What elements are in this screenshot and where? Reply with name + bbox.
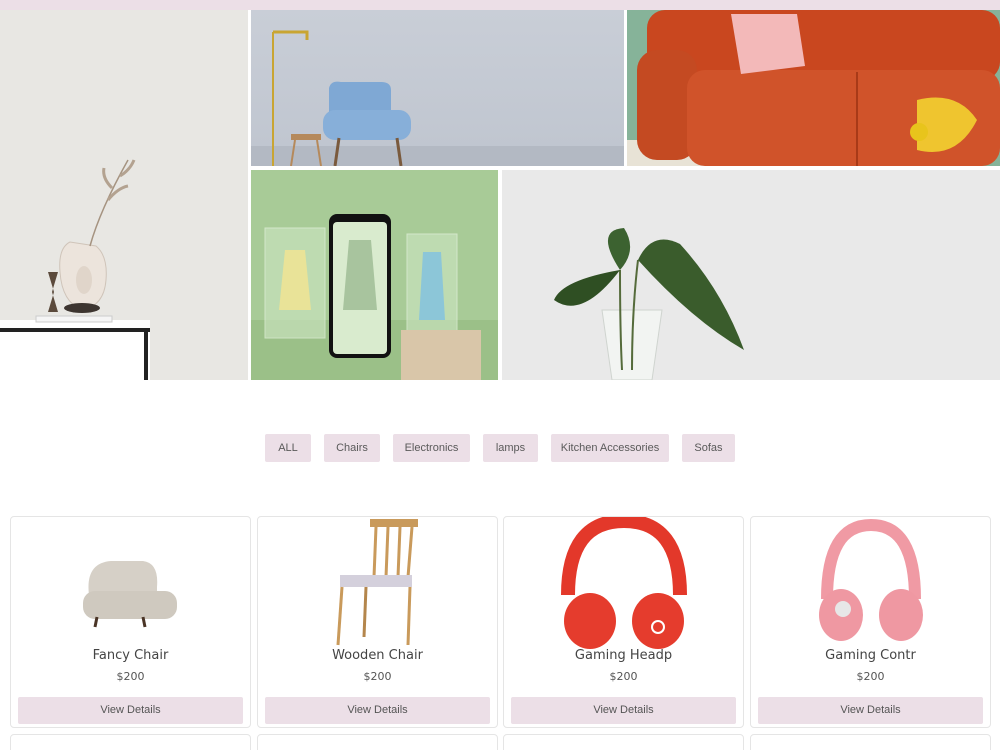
product-price: $200 [609,670,638,683]
product-card [503,734,744,750]
filter-kitchen-accessories[interactable]: Kitchen Accessories [551,434,669,462]
filter-sofas[interactable]: Sofas [682,434,735,462]
category-filters: ALL Chairs Electronics lamps Kitchen Acc… [0,434,1000,462]
view-details-button[interactable]: View Details [758,697,983,724]
hero-image-leaf-vase [502,170,1000,380]
hero-image-phone-shopping [251,170,498,380]
product-name: Wooden Chair [332,648,423,663]
hero-image-sofa [627,10,1000,166]
filter-electronics[interactable]: Electronics [393,434,470,462]
fancy-chair-image[interactable] [11,517,250,649]
filter-lamps[interactable]: lamps [483,434,538,462]
pink-headphones-image[interactable] [751,517,990,649]
view-details-button[interactable]: View Details [265,697,490,724]
red-headphones-image[interactable] [504,513,743,649]
wooden-chair-image[interactable] [258,517,497,649]
product-price: $200 [116,670,145,683]
product-name: Fancy Chair [92,648,169,663]
product-price: $200 [363,670,392,683]
product-name: Gaming Contr [825,648,916,663]
product-card [257,734,498,750]
hero-image-vase [0,10,248,380]
product-price: $200 [856,670,885,683]
view-details-button[interactable]: View Details [511,697,736,724]
product-card: Gaming Headp $200 View Details [503,513,744,728]
hero-image-armchair [251,10,624,166]
product-card: Fancy Chair $200 View Details [10,516,251,728]
product-card: Gaming Contr $200 View Details [750,516,991,728]
top-bar [0,0,1000,10]
product-card [750,734,991,750]
product-card [10,734,251,750]
view-details-button[interactable]: View Details [18,697,243,724]
product-name: Gaming Headp [574,648,673,663]
filter-all[interactable]: ALL [265,434,311,462]
product-card: Wooden Chair $200 View Details [257,516,498,728]
filter-chairs[interactable]: Chairs [324,434,380,462]
